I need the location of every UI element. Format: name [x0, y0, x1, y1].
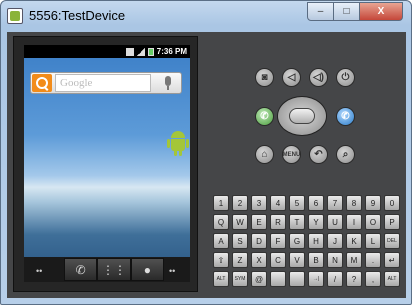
key-8[interactable]: 8: [346, 195, 362, 211]
key-sym[interactable]: SYM: [232, 271, 248, 287]
dpad[interactable]: [277, 96, 327, 136]
phone-icon[interactable]: ✆: [64, 258, 98, 281]
hardware-controls: ◙ ◁ ◁) ⏻ ✆ ✆ ⌂ MENU ↶ ⌕ 1234567890 QWERTY…: [206, 34, 400, 294]
key-3[interactable]: 3: [251, 195, 267, 211]
app-icon: [7, 8, 23, 24]
key-p[interactable]: P: [384, 214, 400, 230]
key-4[interactable]: 4: [270, 195, 286, 211]
key-t[interactable]: T: [289, 214, 305, 230]
search-input[interactable]: Google: [55, 74, 151, 92]
key-space-3[interactable]: [270, 271, 286, 287]
device-screen[interactable]: 7:36 PM Google •• ✆ ⋮⋮ ● ••: [24, 45, 190, 282]
right-page-indicator[interactable]: ••: [169, 266, 175, 276]
emulator-window: 5556:TestDevice – □ X 7:36 PM Google •• …: [0, 0, 412, 305]
maximize-button[interactable]: □: [333, 2, 360, 21]
key-1[interactable]: 1: [213, 195, 229, 211]
key-s[interactable]: S: [232, 233, 248, 249]
key-0[interactable]: 0: [384, 195, 400, 211]
volume-down-icon[interactable]: ◁: [282, 68, 301, 87]
status-bar: 7:36 PM: [24, 45, 190, 58]
search-icon[interactable]: [32, 74, 52, 92]
key-f[interactable]: F: [270, 233, 286, 249]
close-button[interactable]: X: [359, 2, 403, 21]
key-a[interactable]: A: [213, 233, 229, 249]
home-dock: •• ✆ ⋮⋮ ● ••: [24, 257, 190, 282]
key-c[interactable]: C: [270, 252, 286, 268]
key-l[interactable]: L: [365, 233, 381, 249]
key-b[interactable]: B: [308, 252, 324, 268]
key-k[interactable]: K: [346, 233, 362, 249]
key-v[interactable]: V: [289, 252, 305, 268]
key-h[interactable]: H: [308, 233, 324, 249]
key-sym[interactable]: /: [327, 271, 343, 287]
phone-bezel: 7:36 PM Google •• ✆ ⋮⋮ ● ••: [13, 36, 198, 292]
qwerty-keyboard: 1 2 3 4 5 6 7 8 9 0 Q W E R T Y U I O P A S D F G H J K L DEL ⇧ Z X C V B N M…: [209, 193, 400, 291]
microphone-icon[interactable]: [157, 74, 179, 92]
emulator-skin: 7:36 PM Google •• ✆ ⋮⋮ ● •• ◙ ◁ ◁) ⏻ ✆ ✆…: [7, 32, 406, 298]
key-sym[interactable]: ↵: [384, 252, 400, 268]
key-7[interactable]: 7: [327, 195, 343, 211]
home-icon[interactable]: ⌂: [255, 145, 274, 164]
key-alt[interactable]: ALT: [384, 271, 400, 287]
key-g[interactable]: G: [289, 233, 305, 249]
title-bar[interactable]: 5556:TestDevice – □ X: [1, 1, 411, 31]
battery-icon: [147, 47, 154, 56]
google-search-widget[interactable]: Google: [30, 72, 182, 94]
key-r[interactable]: R: [270, 214, 286, 230]
key-2[interactable]: 2: [232, 195, 248, 211]
status-time: 7:36 PM: [156, 47, 187, 56]
key-j[interactable]: J: [327, 233, 343, 249]
key-alt[interactable]: ALT: [213, 271, 229, 287]
key-o[interactable]: O: [365, 214, 381, 230]
key-symsym[interactable]: →|: [308, 271, 324, 287]
menu-button[interactable]: MENU: [282, 145, 301, 164]
sim-icon: [125, 47, 134, 56]
call-icon[interactable]: ✆: [255, 107, 274, 126]
key-y[interactable]: Y: [308, 214, 324, 230]
signal-icon: [136, 47, 145, 56]
key-d[interactable]: D: [251, 233, 267, 249]
key-i[interactable]: I: [346, 214, 362, 230]
dpad-center-button[interactable]: [289, 108, 315, 124]
key-sym[interactable]: ?: [346, 271, 362, 287]
key-sym[interactable]: ,: [365, 271, 381, 287]
window-title: 5556:TestDevice: [29, 8, 126, 23]
power-icon[interactable]: ⏻: [336, 68, 355, 87]
key-m[interactable]: M: [346, 252, 362, 268]
dock-tray: ✆ ⋮⋮ ●: [64, 258, 164, 281]
camera-icon[interactable]: ◙: [255, 68, 274, 87]
key-n[interactable]: N: [327, 252, 343, 268]
android-robot-icon[interactable]: [167, 131, 189, 157]
left-page-indicator[interactable]: ••: [36, 266, 42, 276]
end-call-icon[interactable]: ✆: [336, 107, 355, 126]
browser-icon[interactable]: ●: [130, 258, 164, 281]
key-u[interactable]: U: [327, 214, 343, 230]
search-button-icon[interactable]: ⌕: [336, 145, 355, 164]
key-9[interactable]: 9: [365, 195, 381, 211]
key-e[interactable]: E: [251, 214, 267, 230]
key-w[interactable]: W: [232, 214, 248, 230]
app-drawer-icon[interactable]: ⋮⋮: [97, 258, 131, 281]
key-sym[interactable]: @: [251, 271, 267, 287]
key-6[interactable]: 6: [308, 195, 324, 211]
key-5[interactable]: 5: [289, 195, 305, 211]
key-del[interactable]: DEL: [384, 233, 400, 249]
key-space-4[interactable]: [289, 271, 305, 287]
key-sym[interactable]: ⇧: [213, 252, 229, 268]
key-z[interactable]: Z: [232, 252, 248, 268]
minimize-button[interactable]: –: [307, 2, 334, 21]
volume-up-icon[interactable]: ◁): [309, 68, 328, 87]
key-x[interactable]: X: [251, 252, 267, 268]
key-sym[interactable]: .: [365, 252, 381, 268]
back-icon[interactable]: ↶: [309, 145, 328, 164]
key-q[interactable]: Q: [213, 214, 229, 230]
